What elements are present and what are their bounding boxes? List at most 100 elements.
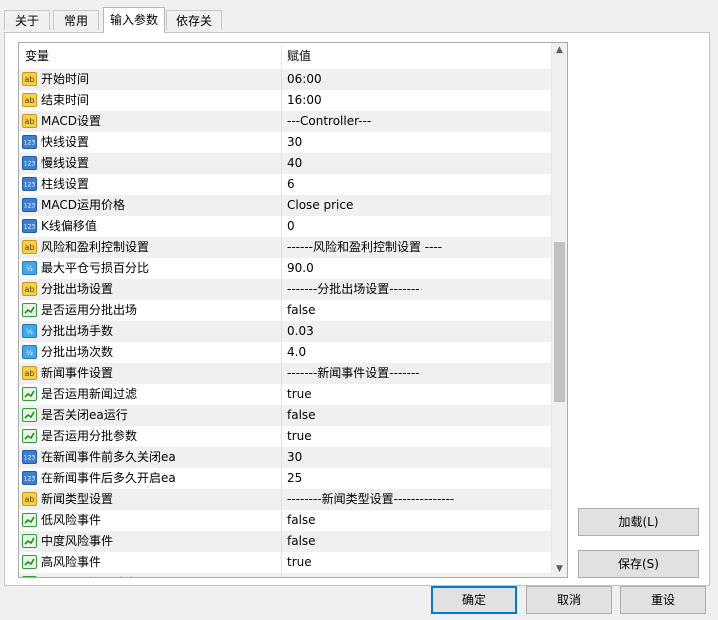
table-row[interactable]: ab 风险和盈利控制设置 ------风险和盈利控制设置 ---- (19, 237, 552, 258)
string-type-icon: ab (22, 366, 37, 380)
parameter-value[interactable]: 30 (287, 132, 302, 153)
tab-inputs[interactable]: 输入参数 (103, 7, 165, 33)
parameter-name: 低风险事件 (41, 513, 102, 527)
tab-dependencies[interactable]: 依存关系 (166, 10, 222, 48)
parameter-value[interactable]: false (287, 405, 316, 426)
parameter-value[interactable]: 90.0 (287, 258, 314, 279)
parameter-value[interactable]: 4.0 (287, 342, 306, 363)
parameter-value[interactable]: 40 (287, 153, 302, 174)
table-row[interactable]: ½ 分批出场次数 4.0 (19, 342, 552, 363)
table-row[interactable]: 是否운用假日过滤 false (19, 573, 552, 577)
tab-bar: 关于 常用 输入参数 依存关系 (0, 0, 718, 48)
parameter-value[interactable]: 6 (287, 174, 295, 195)
parameter-value[interactable]: 0 (287, 216, 295, 237)
parameter-value[interactable]: false (287, 300, 316, 321)
double-type-icon: ½ (22, 324, 37, 338)
cancel-button[interactable]: 取消 (526, 586, 612, 614)
bool-type-icon (22, 534, 37, 548)
column-divider (281, 69, 282, 90)
table-row[interactable]: ab 新闻类型设置 --------新闻类型设置-------------- (19, 489, 552, 510)
parameter-value[interactable]: Close price (287, 195, 353, 216)
column-divider (281, 552, 282, 573)
table-row[interactable]: ab 结束时间 16:00 (19, 90, 552, 111)
column-divider (281, 153, 282, 174)
svg-text:½: ½ (26, 349, 33, 357)
column-divider (281, 321, 282, 342)
parameter-value[interactable]: true (287, 384, 312, 405)
scroll-down-arrow-icon[interactable]: ▼ (552, 562, 567, 577)
parameter-name: 在新闻事件后多久开启ea (41, 471, 176, 485)
table-row[interactable]: ab 开始时间 06:00 (19, 69, 552, 90)
column-divider (281, 426, 282, 447)
scroll-thumb[interactable] (554, 242, 565, 402)
svg-text:ab: ab (25, 369, 35, 378)
parameter-name: 风险和盈利控制设置 (41, 240, 150, 254)
table-row[interactable]: ab 分批出场设置 -------分批出场设置------- (19, 279, 552, 300)
parameter-value[interactable]: false (287, 531, 316, 552)
table-row[interactable]: ½ 分批出场手数 0.03 (19, 321, 552, 342)
parameter-name: 是否运用分批参数 (41, 429, 138, 443)
table-row[interactable]: 是否运用分批出场 false (19, 300, 552, 321)
column-divider (281, 342, 282, 363)
table-row[interactable]: 是否运用分批参数 true (19, 426, 552, 447)
string-type-icon: ab (22, 72, 37, 86)
table-row[interactable]: 123 在新闻事件后多久开启ea 25 (19, 468, 552, 489)
table-row[interactable]: 123 MACD运用价格 Close price (19, 195, 552, 216)
parameter-value[interactable]: true (287, 552, 312, 573)
table-row[interactable]: 123 快线设置 30 (19, 132, 552, 153)
parameter-name: 是否运用新闻过滤 (41, 387, 138, 401)
table-row[interactable]: 123 柱线设置 6 (19, 174, 552, 195)
table-row[interactable]: 是否关闭ea运行 false (19, 405, 552, 426)
tab-common[interactable]: 常用 (53, 10, 99, 30)
load-button[interactable]: 加载(L) (578, 508, 699, 536)
parameter-value[interactable]: 16:00 (287, 90, 322, 111)
parameter-value[interactable]: -------分批出场设置------- (287, 279, 420, 300)
parameter-value[interactable]: -------新闻事件设置------- (287, 363, 420, 384)
parameter-value[interactable]: ------风险和盈利控制设置 ---- (287, 237, 442, 258)
parameter-name: MACD设置 (41, 114, 101, 128)
parameter-value[interactable]: --------新闻类型设置-------------- (287, 489, 454, 510)
parameter-value[interactable]: false (287, 573, 316, 577)
parameter-name: 新闻事件设置 (41, 366, 114, 380)
table-row[interactable]: 低风险事件 false (19, 510, 552, 531)
table-row[interactable]: ab MACD设置 ---Controller--- (19, 111, 552, 132)
column-divider[interactable] (281, 46, 282, 66)
parameter-value[interactable]: 30 (287, 447, 302, 468)
bool-type-icon (22, 555, 37, 569)
table-row[interactable]: 是否运用新闻过滤 true (19, 384, 552, 405)
vertical-scrollbar[interactable]: ▲ ▼ (551, 43, 567, 577)
bool-type-icon (22, 408, 37, 422)
parameter-value[interactable]: true (287, 426, 312, 447)
ok-button[interactable]: 确定 (431, 586, 517, 614)
table-row[interactable]: 123 慢线设置 40 (19, 153, 552, 174)
parameter-value[interactable]: ---Controller--- (287, 111, 371, 132)
scroll-up-arrow-icon[interactable]: ▲ (552, 43, 567, 58)
string-type-icon: ab (22, 492, 37, 506)
table-row[interactable]: 高风险事件 true (19, 552, 552, 573)
table-row[interactable]: 123 K线偏移值 0 (19, 216, 552, 237)
column-header-variable[interactable]: 变量 (25, 43, 49, 69)
table-row[interactable]: ½ 最大平仓亏损百分比 90.0 (19, 258, 552, 279)
tab-about[interactable]: 关于 (4, 10, 50, 30)
integer-type-icon: 123 (22, 450, 37, 464)
column-divider (281, 237, 282, 258)
column-divider (281, 405, 282, 426)
parameter-value[interactable]: 0.03 (287, 321, 314, 342)
save-button[interactable]: 保存(S) (578, 550, 699, 578)
table-row[interactable]: ab 新闻事件设置 -------新闻事件设置------- (19, 363, 552, 384)
double-type-icon: ½ (22, 345, 37, 359)
column-header-value[interactable]: 赋值 (287, 43, 311, 69)
parameter-value[interactable]: 25 (287, 468, 302, 489)
parameter-name: 慢线设置 (41, 156, 90, 170)
parameter-name: 新闻类型设置 (41, 492, 114, 506)
table-row[interactable]: 中度风险事件 false (19, 531, 552, 552)
parameter-value[interactable]: 06:00 (287, 69, 322, 90)
svg-text:½: ½ (26, 265, 33, 273)
column-divider (281, 363, 282, 384)
parameter-value[interactable]: false (287, 510, 316, 531)
reset-button[interactable]: 重设 (620, 586, 706, 614)
parameter-name: K线偏移值 (41, 219, 97, 233)
svg-text:ab: ab (25, 243, 35, 252)
string-type-icon: ab (22, 282, 37, 296)
table-row[interactable]: 123 在新闻事件前多久关闭ea 30 (19, 447, 552, 468)
